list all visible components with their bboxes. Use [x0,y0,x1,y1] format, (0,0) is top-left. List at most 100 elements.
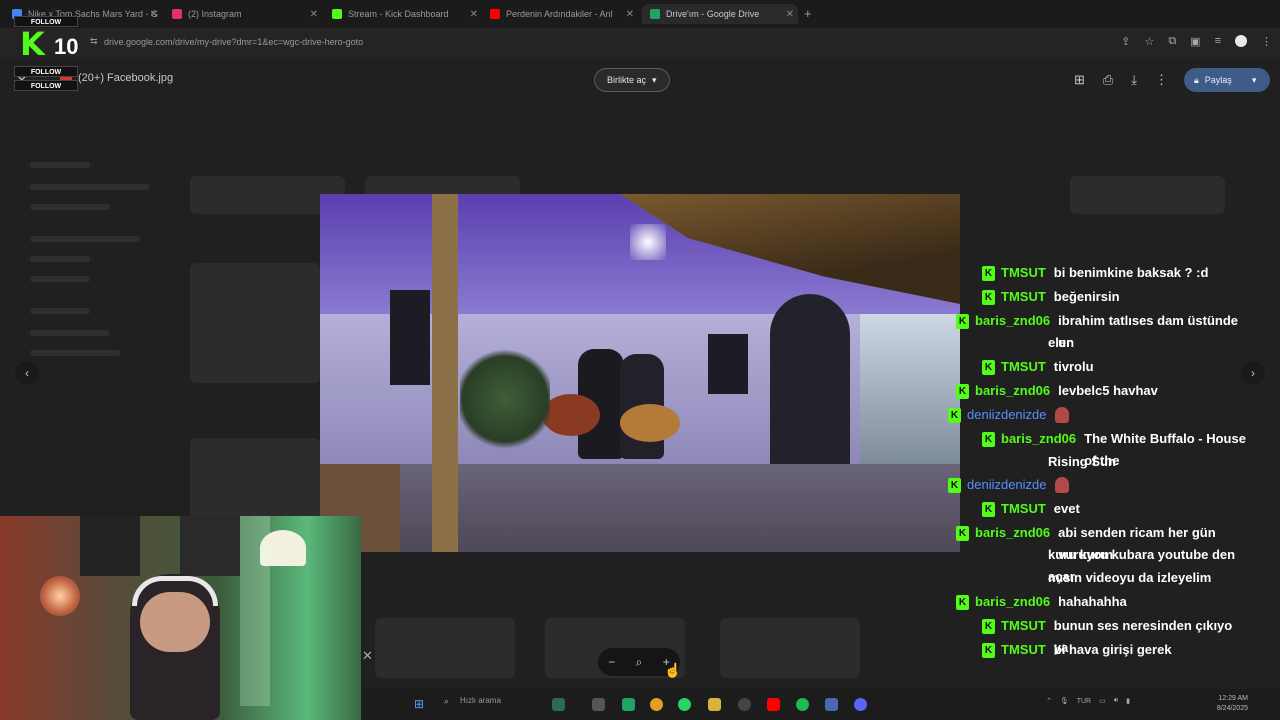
share-button[interactable]: 🔒︎ Paylaş ▾ [1184,68,1270,92]
speaker [708,334,748,394]
add-comment-icon[interactable]: ⊞ [1074,72,1085,88]
language-indicator[interactable]: TUR [1077,698,1091,705]
chat-message: K deniizdenizde [948,404,1069,426]
menu-icon[interactable]: ⋮ [1261,35,1272,48]
sidebar-item [30,256,90,262]
chrome-icon[interactable] [650,698,663,711]
kick-badge-icon: K [982,643,995,658]
address-bar: ⇆ drive.google.com/drive/my-drive?dmr=1&… [0,28,1280,58]
lamp-light [40,576,80,616]
discord-icon[interactable] [854,698,867,711]
open-with-button[interactable]: Birlikte aç ▾ [594,68,670,92]
spotify-icon[interactable] [796,698,809,711]
whatsapp-icon[interactable] [678,698,691,711]
cursor-hand-icon: ☝ [664,662,682,678]
browser-toolbar: ⇪ ☆ ⧉ ▣ ≡ ⋮ [1121,35,1272,48]
install-icon[interactable]: ⇪ [1121,35,1130,48]
network-icon[interactable]: ▭ [1099,697,1106,705]
kick-badge-icon: K [956,314,969,329]
chat-message: K TMSUT evet [982,498,1080,520]
file-explorer-icon[interactable] [592,698,605,711]
tab-kick[interactable]: Stream - Kick Dashboard ✕ [332,4,482,24]
microphone-icon[interactable]: 🎙︎ [1060,697,1069,705]
file-thumbnail [375,618,515,678]
sidebar-item [30,308,90,314]
taskbar-search-input[interactable]: Hızlı arama [460,696,501,705]
zoom-icon[interactable]: ⌕ [636,655,643,670]
sidebar-item [30,162,90,168]
chat-text: beğenirsin [1053,289,1120,304]
chat-text: ibrahim tatlıses dam üstünde un [1058,313,1239,350]
webcam-feed [0,516,361,720]
chat-text: hahahahha [1058,594,1127,609]
bookmark-star-icon[interactable]: ☆ [1144,35,1154,48]
next-file-button[interactable]: › [1241,361,1265,385]
media-icon[interactable]: ≡ [1215,35,1221,48]
chat-text: mısın videoyu da izleyelim [1048,570,1212,585]
chevron-down-icon: ▾ [652,74,657,85]
tab-label: Drive'ım - Google Drive [666,9,760,19]
close-tab-icon[interactable]: ✕ [626,9,634,20]
profile-avatar[interactable] [1235,35,1247,47]
zoom-out-button[interactable]: − [608,655,615,669]
kick-app-icon[interactable] [622,698,635,711]
more-options-icon[interactable]: ⋮ [1155,72,1168,88]
image-preview [320,194,960,552]
chevron-left-icon: ‹ [25,366,29,380]
follower-count: 10 [54,34,79,59]
chat-text: evet [1053,501,1080,516]
new-tab-button[interactable]: + [804,6,812,21]
close-tab-icon[interactable]: ✕ [310,9,318,20]
chat-message-continuation: Rising Sun [1048,451,1116,473]
windows-start-icon[interactable]: ⊞ [414,697,424,711]
chat-text: tivrolu [1053,359,1094,374]
download-icon[interactable]: ⤓ [1131,72,1137,88]
site-info-icon[interactable]: ⇆ [90,36,98,47]
chat-text: levbelc5 havhav [1058,383,1158,398]
kick-badge-icon: K [948,478,961,493]
url-field[interactable]: drive.google.com/drive/my-drive?dmr=1&ec… [104,37,363,47]
tab-instagram[interactable]: (2) Instagram ✕ [172,4,322,24]
close-tab-icon[interactable]: ✕ [470,9,478,20]
chat-message: K TMSUT bi benimkine baksak ? :d [982,262,1208,284]
chat-username: deniizdenizde [967,477,1047,492]
chevron-up-icon[interactable]: ⌃ [1046,697,1052,705]
tab-youtube[interactable]: Perdenin Ardındakiler - Anl ✕ [490,4,638,24]
folder-icon[interactable] [708,698,721,711]
system-tray: ⌃ 🎙︎ TUR ▭ 🔊︎ ▮ [1046,697,1130,705]
file-thumbnail [190,263,320,383]
wooden-post [432,194,458,552]
poster [180,516,240,576]
app-icon[interactable] [738,698,751,711]
print-icon[interactable]: ⎙ [1103,72,1113,88]
kick-badge-icon: K [956,384,969,399]
close-icon[interactable]: ✕ [362,648,373,664]
windows-taskbar: ⊞ ⌕ Hızlı arama ⌃ 🎙︎ TUR ▭ 🔊︎ ▮ 12:29 AM… [362,689,1280,720]
volume-icon[interactable]: 🔊︎ [1114,697,1118,705]
sidebar-item [30,236,140,242]
app-icon[interactable] [825,698,838,711]
taskbar-clock[interactable]: 12:29 AM 8/24/2025 [1217,694,1248,714]
battery-icon[interactable]: ▮ [1126,697,1130,705]
previous-file-button[interactable]: ‹ [15,361,39,385]
close-tab-icon[interactable]: ✕ [150,9,158,20]
lock-icon: 🔒︎ [1194,74,1199,85]
tab-label: Perdenin Ardındakiler - Anl [506,9,613,19]
tab-drive[interactable]: Drive'ım - Google Drive ✕ [642,4,798,24]
doorway [770,294,850,464]
chat-text: bi hava girişi gerek [1053,642,1172,657]
extensions-icon[interactable]: ⧉ [1168,35,1176,48]
kick-icon [332,9,342,19]
chat-username: TMSUT [1001,618,1046,633]
clock-date: 8/24/2025 [1216,705,1248,712]
stage-light [630,224,666,260]
window-view [860,314,960,464]
viewer-header: ✕ (20+) Facebook.jpg Birlikte aç ▾ ⊞ ⎙ ⤓… [0,58,1280,102]
chat-username: baris_znd06 [1001,431,1077,446]
app-icon[interactable] [552,698,565,711]
youtube-icon[interactable] [767,698,780,711]
close-tab-icon[interactable]: ✕ [786,9,794,20]
sidepanel-icon[interactable]: ▣ [1190,35,1200,48]
chat-message: K TMSUT bi hava girişi gerek [982,639,1172,661]
chat-message: K baris_znd06 ibrahim tatlıses dam üstün… [956,310,1246,354]
